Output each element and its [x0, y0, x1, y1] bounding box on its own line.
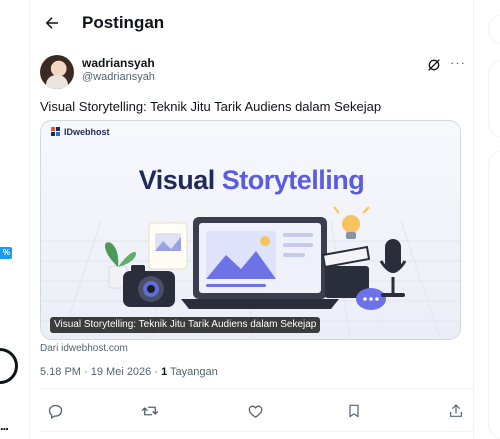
author-handle[interactable]: @wadriansyah: [82, 71, 155, 83]
back-button[interactable]: [38, 9, 66, 37]
brand-name: IDwebhost: [64, 127, 110, 137]
post-timestamp[interactable]: 5.18 PM · 19 Mei 2026 ·: [40, 366, 161, 378]
search-box-partial[interactable]: [488, 14, 500, 44]
left-sidebar-partial: % ...: [0, 0, 30, 439]
post-detail-column: Postingan wadriansyah @wadriansyah ··· V…: [30, 0, 473, 439]
link-source[interactable]: Dari idwebhost.com: [40, 343, 128, 354]
divider: [40, 431, 473, 432]
bookmark-icon: [349, 404, 359, 418]
share-button[interactable]: [444, 399, 468, 423]
arrow-left-icon: [45, 17, 58, 29]
ring-icon: [0, 348, 18, 384]
more-options-icon[interactable]: ···: [450, 55, 466, 70]
reply-icon: [48, 404, 62, 419]
post-actions: [30, 399, 473, 423]
card-headline: Visual Storytelling: [41, 165, 460, 196]
reply-button[interactable]: [43, 399, 67, 423]
page-header: Postingan: [30, 0, 473, 46]
brand-logo: IDwebhost: [51, 127, 110, 137]
like-button[interactable]: [243, 399, 267, 423]
page-title: Postingan: [82, 13, 165, 32]
grok-icon[interactable]: [426, 57, 442, 73]
post-text: Visual Storytelling: Teknik Jitu Tarik A…: [40, 99, 382, 114]
divider: [40, 388, 473, 389]
avatar[interactable]: [40, 55, 74, 89]
more-text[interactable]: ...: [0, 418, 9, 433]
card-caption: Visual Storytelling: Teknik Jitu Tarik A…: [50, 317, 321, 333]
headline-part-1: Visual: [138, 165, 216, 195]
post-meta: 5.18 PM · 19 Mei 2026 · 1 Tayangan: [40, 366, 218, 378]
sidebar-panel-partial: [488, 150, 500, 439]
column-divider: [473, 0, 474, 439]
post-author: wadriansyah @wadriansyah ···: [40, 55, 465, 91]
card-illustration: [41, 206, 460, 339]
brand-mark-icon: [51, 127, 61, 137]
repost-button[interactable]: [138, 399, 162, 423]
like-icon: [248, 405, 262, 418]
headline-part-2: Storytelling: [221, 165, 365, 195]
views-label: Tayangan: [170, 366, 218, 378]
author-name[interactable]: wadriansyah: [82, 56, 155, 70]
bookmark-button[interactable]: [342, 399, 366, 423]
link-preview-card[interactable]: IDwebhost Visual Storytelling Visual Sto…: [40, 120, 461, 340]
repost-icon: [141, 406, 159, 416]
promo-badge: %: [0, 247, 12, 259]
views-count: 1: [161, 366, 168, 378]
sidebar-panel-partial: [488, 60, 500, 138]
share-icon: [450, 404, 462, 417]
